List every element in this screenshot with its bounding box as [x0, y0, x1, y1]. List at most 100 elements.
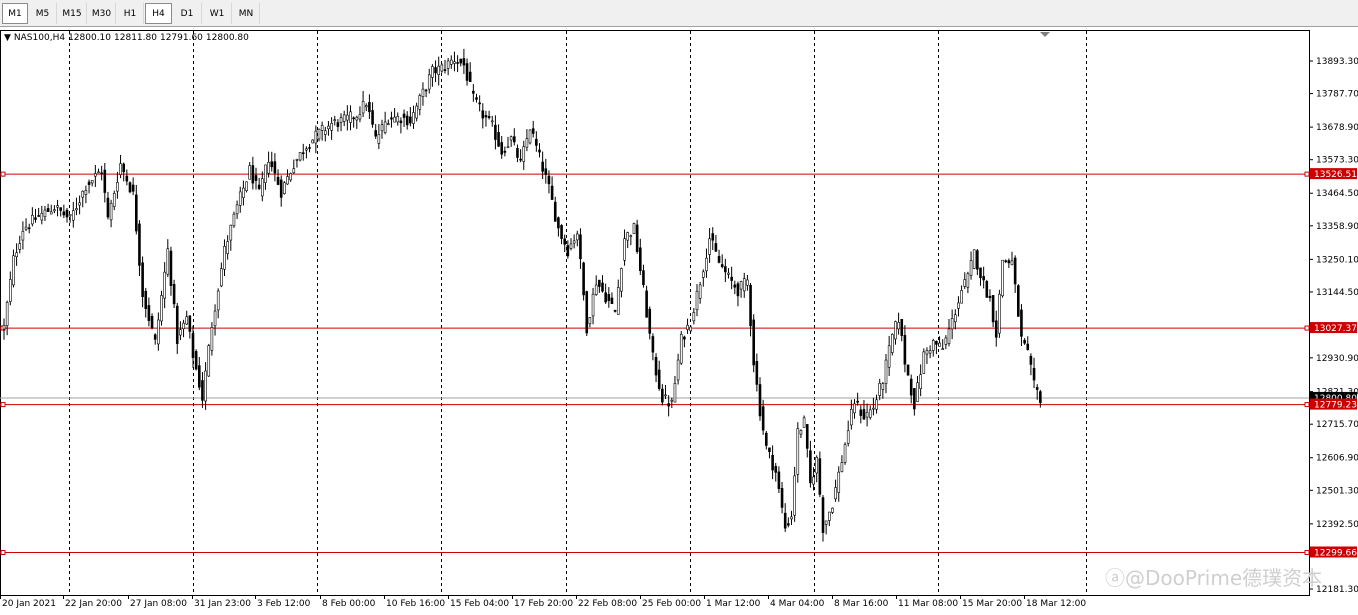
candle-body-bull [386, 123, 390, 125]
candle-body-bear [604, 292, 607, 303]
candle-body-bull [49, 211, 53, 215]
timeframe-button-h1[interactable]: H1 [117, 3, 144, 24]
candle-body-bull [163, 271, 166, 299]
timeframe-button-m15[interactable]: M15 [58, 3, 87, 24]
candle-body-bear [519, 158, 522, 161]
candle-body-bull [383, 121, 387, 133]
price-axis-label: 12821.30 [1316, 388, 1358, 398]
candle-body-bull [286, 176, 289, 185]
candle-body-bull [346, 114, 349, 121]
candle-body-bear [128, 182, 132, 193]
timeframe-button-d1[interactable]: D1 [173, 3, 202, 24]
candle-body-bear [103, 169, 107, 193]
candle-body-bear [257, 184, 261, 189]
candle-body-bear [468, 71, 472, 82]
candle [582, 261, 585, 301]
candle-body-bear [610, 297, 614, 304]
candle-body-bull [890, 334, 894, 353]
candle-body-bull [850, 409, 853, 426]
candle-body-bear [122, 163, 125, 173]
price-axis-label: 12181.30 [1316, 585, 1358, 595]
candle-body-bull [664, 394, 667, 397]
time-axis-label: 10 Feb 16:00 [386, 599, 445, 609]
candle-body-bear [65, 209, 69, 218]
candle-body-bull [827, 511, 831, 521]
candle-body-bull [207, 345, 211, 377]
candle-body-bear [1020, 309, 1023, 337]
symbol-info-bar: ▼ NAS100,H4 12800.10 12811.80 12791.60 1… [4, 33, 249, 43]
candle-body-bear [550, 185, 554, 200]
candle-body-bull [868, 409, 872, 418]
timeframe-button-m5[interactable]: M5 [29, 3, 57, 24]
candle-body-bull [235, 204, 239, 215]
candle [232, 211, 236, 228]
line-anchor-handle[interactable] [0, 171, 6, 177]
candle-body-bull [884, 359, 888, 384]
candle-body-bull [232, 213, 236, 227]
candle-body-bear [547, 175, 551, 185]
candle-body-bull [676, 359, 680, 381]
candle-body-bull [881, 383, 885, 390]
candle-body-bear [657, 369, 661, 389]
candle-body-bull [21, 230, 25, 241]
candle-body-bear [150, 316, 154, 329]
candle-body-bear [661, 388, 664, 403]
candle-body-bull [944, 337, 948, 345]
price-axis-label: 13573.30 [1316, 156, 1358, 166]
candle-body-bull [323, 130, 327, 135]
timeframe-button-mn[interactable]: MN [233, 3, 260, 24]
candle [245, 181, 248, 193]
candle-body-bull [364, 105, 368, 108]
line-anchor-handle[interactable] [0, 402, 6, 408]
candle-body-bear [1016, 285, 1020, 317]
timeframe-button-h4[interactable]: H4 [145, 3, 172, 24]
line-anchor-handle[interactable] [1304, 171, 1310, 177]
candle-body-bear [783, 512, 787, 529]
candle-body-bear [758, 384, 762, 417]
candle-body-bull [412, 112, 415, 124]
candle-body-bear [733, 284, 737, 288]
time-axis-label: 8 Feb 00:00 [322, 599, 376, 609]
candle-body-bull [157, 319, 160, 345]
candle-body-bull [742, 278, 746, 292]
candle-body-bear [434, 67, 437, 74]
candle-body-bull [349, 111, 352, 123]
candle-body-bear [1032, 367, 1036, 381]
candle-body-bear [557, 217, 560, 229]
candle-body-bull [802, 417, 806, 428]
timeframe-button-w1[interactable]: W1 [203, 3, 232, 24]
price-axis-label: 13144.50 [1316, 288, 1358, 298]
candle-body-bull [305, 148, 308, 151]
candle-body-bull [431, 66, 434, 78]
candle [635, 219, 639, 254]
candle-body-bull [698, 284, 702, 299]
candle-body-bear [254, 175, 258, 181]
candle-body-bull [53, 209, 56, 212]
candle-body-bear [172, 283, 176, 305]
candle-body-bear [368, 102, 371, 113]
candle-body-bull [569, 243, 573, 249]
timeframe-button-m30[interactable]: M30 [88, 3, 116, 24]
line-anchor-handle[interactable] [1304, 325, 1310, 331]
candle-body-bear [648, 308, 652, 334]
ohlc-high: 12811.80 [114, 33, 157, 43]
price-chart[interactable]: 12800.80 13526.51 13027.37 12779.23 12299.66… [0, 27, 1358, 615]
line-anchor-handle[interactable] [0, 549, 6, 555]
candle-body-bull [708, 238, 711, 255]
candle-body-bull [998, 293, 1001, 334]
level-price-label: 12779.23 [1314, 401, 1357, 411]
line-anchor-handle[interactable] [1304, 402, 1310, 408]
candle-body-bear [169, 250, 173, 286]
candle-body-bear [487, 116, 491, 119]
candle-body-bull [31, 215, 34, 225]
candle-body-bear [465, 63, 469, 81]
line-anchor-handle[interactable] [1304, 549, 1310, 555]
candle [283, 181, 286, 195]
price-axis-label: 13358.90 [1316, 222, 1358, 232]
candle-body-bear [736, 283, 740, 297]
candle [843, 442, 847, 465]
triangle-down-icon[interactable]: ▼ [4, 33, 11, 43]
timeframe-button-m1[interactable]: M1 [2, 3, 28, 24]
candle-body-bear [601, 282, 604, 292]
candle-body-bull [418, 95, 422, 110]
